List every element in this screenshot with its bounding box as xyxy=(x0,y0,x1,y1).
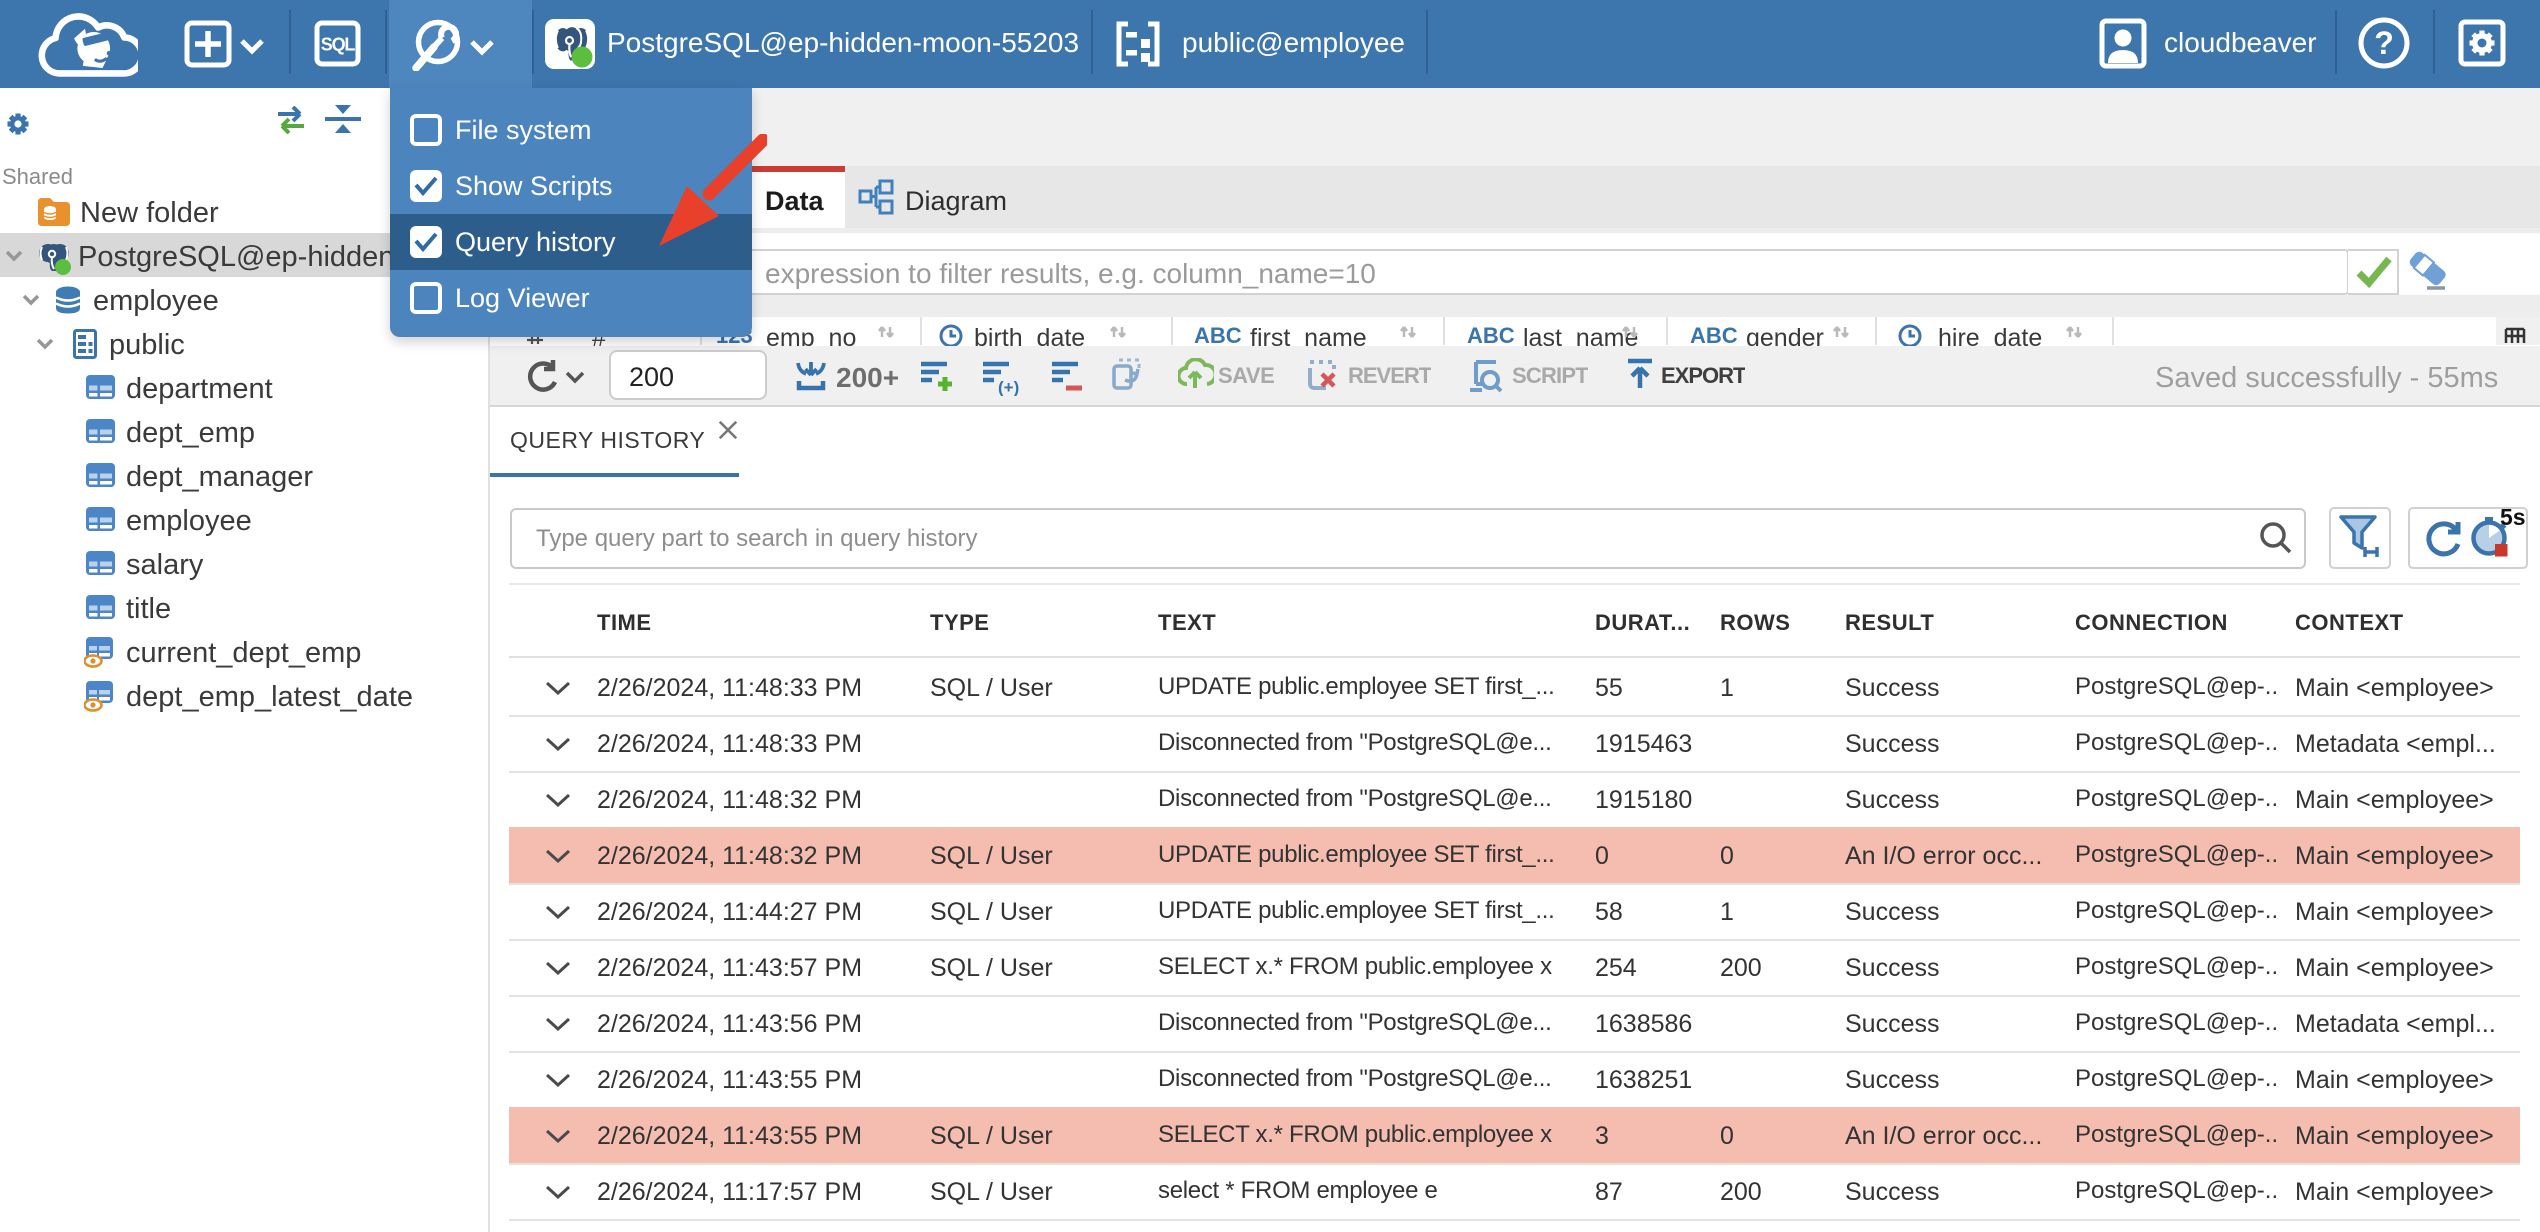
svg-text:SQL: SQL xyxy=(321,35,356,55)
svg-text:?: ? xyxy=(2374,25,2394,61)
svg-text:(+): (+) xyxy=(998,378,1019,396)
